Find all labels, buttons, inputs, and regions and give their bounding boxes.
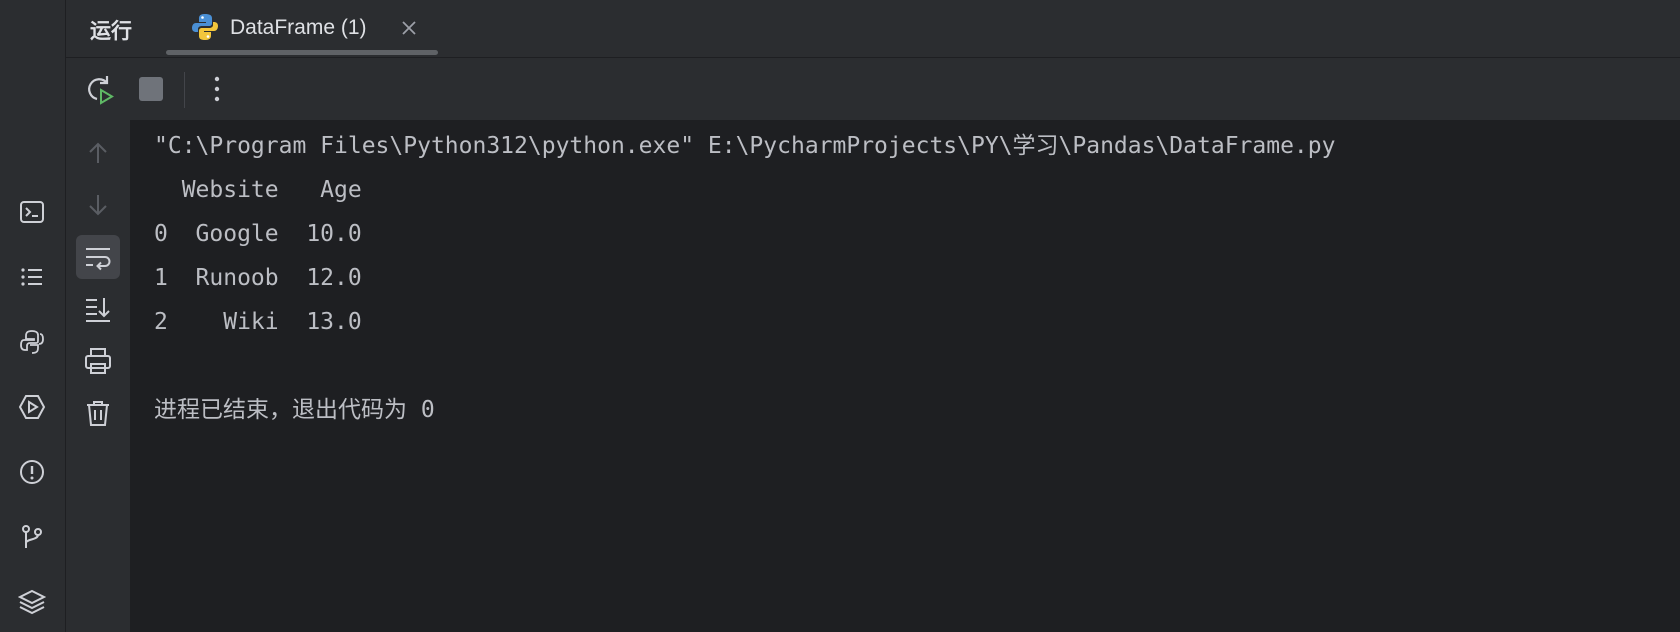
dataframe-row: 0 Google 10.0 [154, 221, 362, 247]
tab-dataframe[interactable]: DataFrame (1) [166, 0, 438, 57]
dataframe-header: Website Age [154, 177, 362, 203]
dataframe-row: 2 Wiki 13.0 [154, 309, 362, 335]
stop-icon[interactable] [134, 72, 168, 106]
console-output[interactable]: "C:\Program Files\Python312\python.exe" … [154, 124, 1670, 432]
toolbar-separator [184, 72, 185, 108]
python-icon [190, 12, 220, 46]
python-console-icon[interactable] [16, 326, 48, 358]
arrow-up-icon[interactable] [76, 131, 120, 175]
soft-wrap-icon[interactable] [76, 235, 120, 279]
problems-icon[interactable] [16, 456, 48, 488]
close-icon[interactable] [398, 17, 420, 39]
layers-icon[interactable] [16, 586, 48, 618]
git-icon[interactable] [16, 521, 48, 553]
rerun-icon[interactable] [82, 72, 116, 106]
print-icon[interactable] [76, 339, 120, 383]
tab-selected-indicator [166, 50, 438, 55]
tool-window-header: 运行 DataFrame (1) [66, 0, 1680, 58]
run-toolbar [66, 58, 1680, 120]
console-gutter [66, 120, 130, 632]
structure-list-icon[interactable] [16, 261, 48, 293]
services-icon[interactable] [16, 391, 48, 423]
scroll-to-end-icon[interactable] [76, 287, 120, 331]
more-vertical-icon[interactable] [200, 72, 234, 106]
tab-label: DataFrame (1) [230, 16, 367, 39]
console-command-line: "C:\Program Files\Python312\python.exe" … [154, 133, 1336, 159]
dataframe-row: 1 Runoob 12.0 [154, 265, 362, 291]
terminal-icon[interactable] [16, 196, 48, 228]
left-tool-strip [0, 0, 66, 632]
tool-window-title: 运行 [90, 19, 132, 43]
arrow-down-icon[interactable] [76, 183, 120, 227]
trash-icon[interactable] [76, 391, 120, 435]
process-exit-message: 进程已结束，退出代码为 0 [154, 397, 435, 423]
